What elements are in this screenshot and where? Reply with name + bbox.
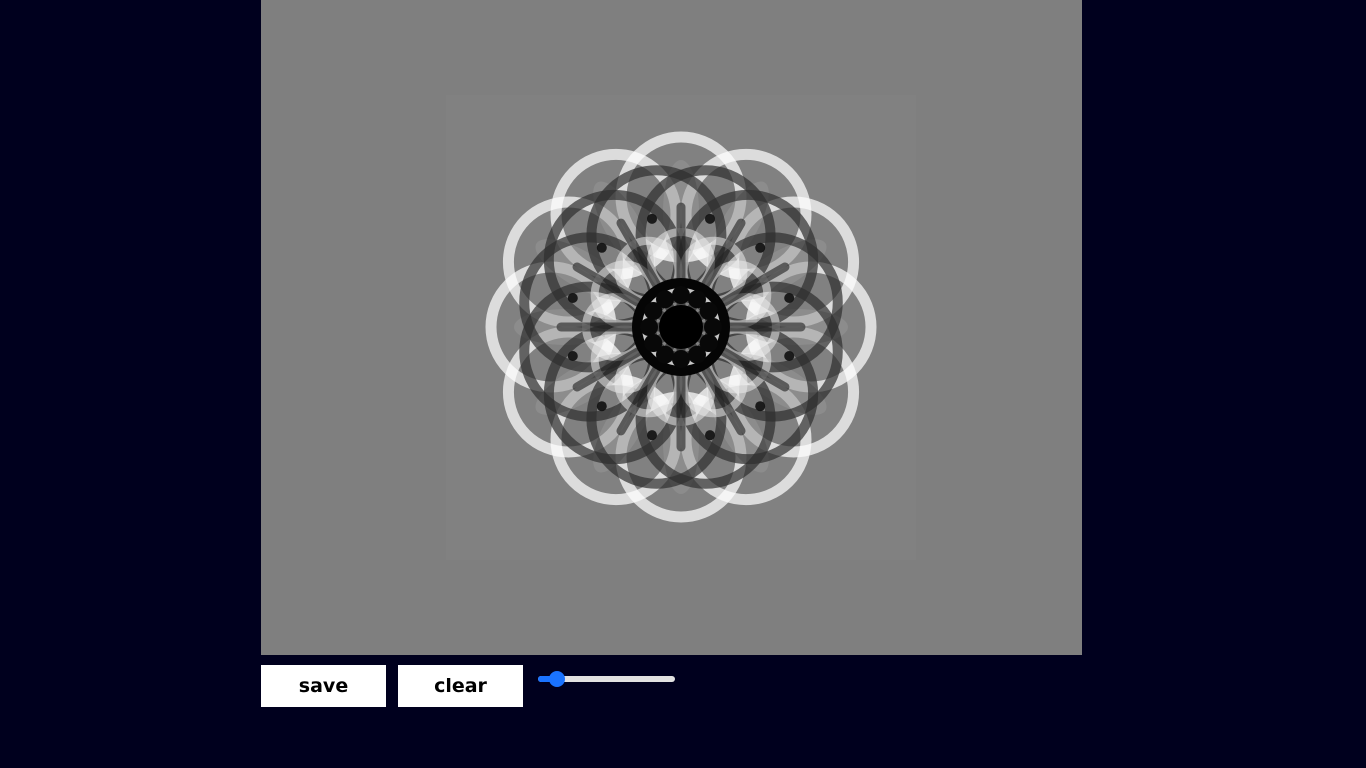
dark-dot bbox=[567, 293, 578, 304]
core-petal bbox=[688, 345, 706, 364]
dark-dot bbox=[647, 213, 658, 224]
drawing-canvas[interactable] bbox=[261, 0, 1082, 655]
core-petal bbox=[699, 302, 718, 320]
core-center bbox=[659, 305, 703, 349]
core-petal bbox=[656, 290, 674, 309]
core-petal bbox=[644, 334, 663, 352]
dark-dot bbox=[704, 213, 715, 224]
slider-thumb[interactable] bbox=[549, 671, 566, 687]
dark-dot bbox=[567, 350, 578, 361]
dark-dot bbox=[755, 242, 766, 253]
dark-dot bbox=[755, 401, 766, 412]
dark-dot bbox=[596, 242, 607, 253]
core-petal bbox=[672, 286, 690, 304]
core-petal bbox=[672, 350, 690, 368]
dark-dot bbox=[784, 293, 795, 304]
control-bar: save clear bbox=[261, 665, 675, 707]
dark-dot bbox=[704, 430, 715, 441]
core-petal bbox=[704, 318, 722, 336]
kaleidoscope-drawing bbox=[446, 95, 916, 560]
dark-dot bbox=[596, 401, 607, 412]
core-petal bbox=[640, 318, 658, 336]
dark-dot bbox=[784, 350, 795, 361]
clear-button[interactable]: clear bbox=[398, 665, 523, 707]
brush-size-slider[interactable] bbox=[538, 670, 675, 688]
dark-dot bbox=[647, 430, 658, 441]
save-button[interactable]: save bbox=[261, 665, 386, 707]
